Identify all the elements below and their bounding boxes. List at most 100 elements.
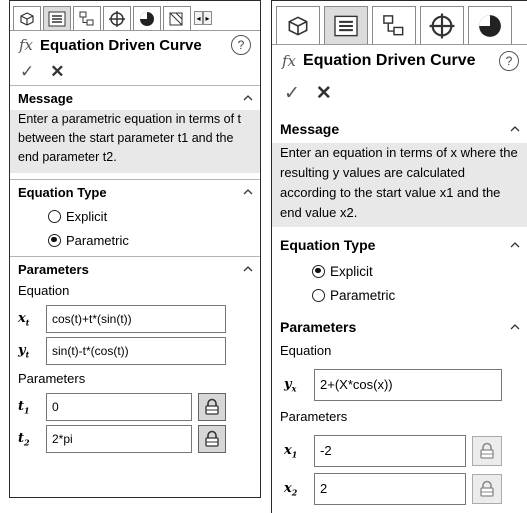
part-icon: [288, 15, 308, 36]
equation-type-section-header[interactable]: Equation Type: [10, 179, 260, 204]
collapse-chevron-icon[interactable]: [243, 188, 253, 197]
manager-tabbar: ◂ ▸: [10, 1, 260, 31]
radio-label: Explicit: [66, 208, 108, 224]
message-text: Enter an equation in terms of x where th…: [272, 143, 527, 227]
parameters-label: Parameters: [18, 371, 86, 386]
yt-equation-input[interactable]: sin(t)-t*(cos(t)): [46, 337, 226, 365]
radio-button[interactable]: [48, 233, 61, 247]
t1-lock-button[interactable]: [198, 393, 226, 421]
yt-row: yt sin(t)-t*(cos(t)): [10, 337, 260, 365]
scroll-right-icon[interactable]: ▸: [203, 10, 212, 25]
feature-title: Equation Driven Curve: [40, 36, 202, 54]
configuration-manager-icon: [79, 11, 94, 25]
tab-display-manager[interactable]: [468, 6, 512, 44]
ok-cancel-bar: ✓ ✕: [272, 77, 527, 109]
radio-label: Explicit: [330, 263, 373, 279]
collapse-chevron-icon[interactable]: [243, 94, 253, 103]
display-manager-icon: [140, 11, 154, 26]
tab-feature-manager[interactable]: [276, 6, 320, 44]
part-icon: [20, 11, 34, 26]
x1-input[interactable]: -2: [314, 435, 466, 467]
section-title: Message: [18, 90, 73, 106]
tab-property-manager[interactable]: [324, 6, 368, 44]
message-section-header[interactable]: Message: [272, 115, 527, 143]
parameters-section-header[interactable]: Parameters: [10, 256, 260, 281]
t2-input[interactable]: 2*pi: [46, 425, 192, 453]
equation-label: Equation: [18, 283, 70, 298]
tab-scroll-arrows[interactable]: ◂ ▸: [194, 10, 212, 25]
tab-configuration-manager[interactable]: [372, 6, 416, 44]
yx-row: yx 2+(X*cos(x)): [272, 369, 527, 401]
x2-lock-button[interactable]: [472, 474, 502, 504]
t1-row: t1 0: [10, 393, 260, 421]
collapse-chevron-icon[interactable]: [510, 323, 520, 332]
collapse-chevron-icon[interactable]: [510, 125, 520, 134]
cancel-button[interactable]: ✕: [50, 62, 64, 82]
parameters-section-header[interactable]: Parameters: [272, 313, 527, 341]
x1-lock-button[interactable]: [472, 436, 502, 466]
property-manager-explicit: fx Equation Driven Curve ? ✓ ✕ Message E…: [271, 0, 527, 513]
xt-equation-input[interactable]: cos(t)+t*(sin(t)): [46, 305, 226, 333]
property-manager-parametric: ◂ ▸ fx Equation Driven Curve ? ✓ ✕ Messag…: [9, 0, 261, 498]
t2-lock-button[interactable]: [198, 425, 226, 453]
lock-icon: [205, 430, 219, 447]
tab-configuration-manager[interactable]: [73, 6, 101, 30]
radio-parametric[interactable]: Parametric: [272, 283, 527, 307]
scroll-left-icon[interactable]: ◂: [194, 10, 203, 25]
equation-label: Equation: [280, 343, 332, 358]
tab-more[interactable]: [163, 6, 191, 30]
section-title: Parameters: [280, 319, 357, 335]
feature-header: fx Equation Driven Curve ?: [272, 45, 527, 77]
equation-type-section-header[interactable]: Equation Type: [272, 231, 527, 259]
help-icon[interactable]: ?: [499, 51, 519, 71]
yx-symbol: yx: [284, 376, 297, 394]
message-text: Enter a parametric equation in terms of …: [10, 110, 260, 173]
x1-row: x1 -2: [272, 435, 527, 467]
t2-row: t2 2*pi: [10, 425, 260, 453]
yx-equation-input[interactable]: 2+(X*cos(x)): [314, 369, 502, 401]
tab-feature-manager[interactable]: [13, 6, 41, 30]
property-manager-icon: [48, 11, 66, 26]
message-section-header[interactable]: Message: [10, 85, 260, 110]
lock-icon: [480, 442, 494, 459]
radio-explicit[interactable]: Explicit: [272, 259, 527, 283]
radio-button[interactable]: [312, 288, 325, 302]
collapse-chevron-icon[interactable]: [243, 265, 253, 274]
t2-symbol: t2: [18, 430, 30, 448]
xt-symbol: xt: [18, 310, 30, 328]
manager-tabbar: [272, 1, 527, 45]
t1-input[interactable]: 0: [46, 393, 192, 421]
radio-button[interactable]: [312, 264, 325, 278]
cancel-button[interactable]: ✕: [316, 82, 332, 105]
feature-title: Equation Driven Curve: [303, 52, 476, 69]
equation-curve-icon: fx: [282, 52, 297, 70]
appearance-icon: [169, 12, 183, 25]
radio-parametric[interactable]: Parametric: [10, 228, 260, 252]
tab-property-manager[interactable]: [43, 6, 71, 30]
radio-explicit[interactable]: Explicit: [10, 204, 260, 228]
tab-dimxpert[interactable]: [420, 6, 464, 44]
lock-icon: [480, 480, 494, 497]
dimxpert-icon: [429, 13, 455, 38]
radio-button[interactable]: [48, 209, 61, 223]
section-title: Parameters: [18, 261, 89, 277]
x2-input[interactable]: 2: [314, 473, 466, 505]
feature-header: fx Equation Driven Curve ?: [10, 31, 260, 59]
tab-dimxpert[interactable]: [103, 6, 131, 30]
ok-button[interactable]: ✓: [284, 82, 300, 105]
tab-display-manager[interactable]: [133, 6, 161, 30]
t1-symbol: t1: [18, 398, 30, 416]
ok-cancel-bar: ✓ ✕: [10, 59, 260, 85]
x2-row: x2 2: [272, 473, 527, 505]
yt-symbol: yt: [18, 342, 30, 360]
lock-icon: [205, 398, 219, 415]
section-title: Message: [280, 121, 340, 137]
collapse-chevron-icon[interactable]: [510, 241, 520, 250]
dimxpert-icon: [109, 10, 125, 27]
configuration-manager-icon: [383, 14, 404, 35]
radio-label: Parametric: [330, 287, 396, 303]
help-icon[interactable]: ?: [231, 35, 251, 55]
radio-label: Parametric: [66, 232, 129, 248]
x2-symbol: x2: [284, 480, 298, 498]
ok-button[interactable]: ✓: [20, 62, 34, 82]
